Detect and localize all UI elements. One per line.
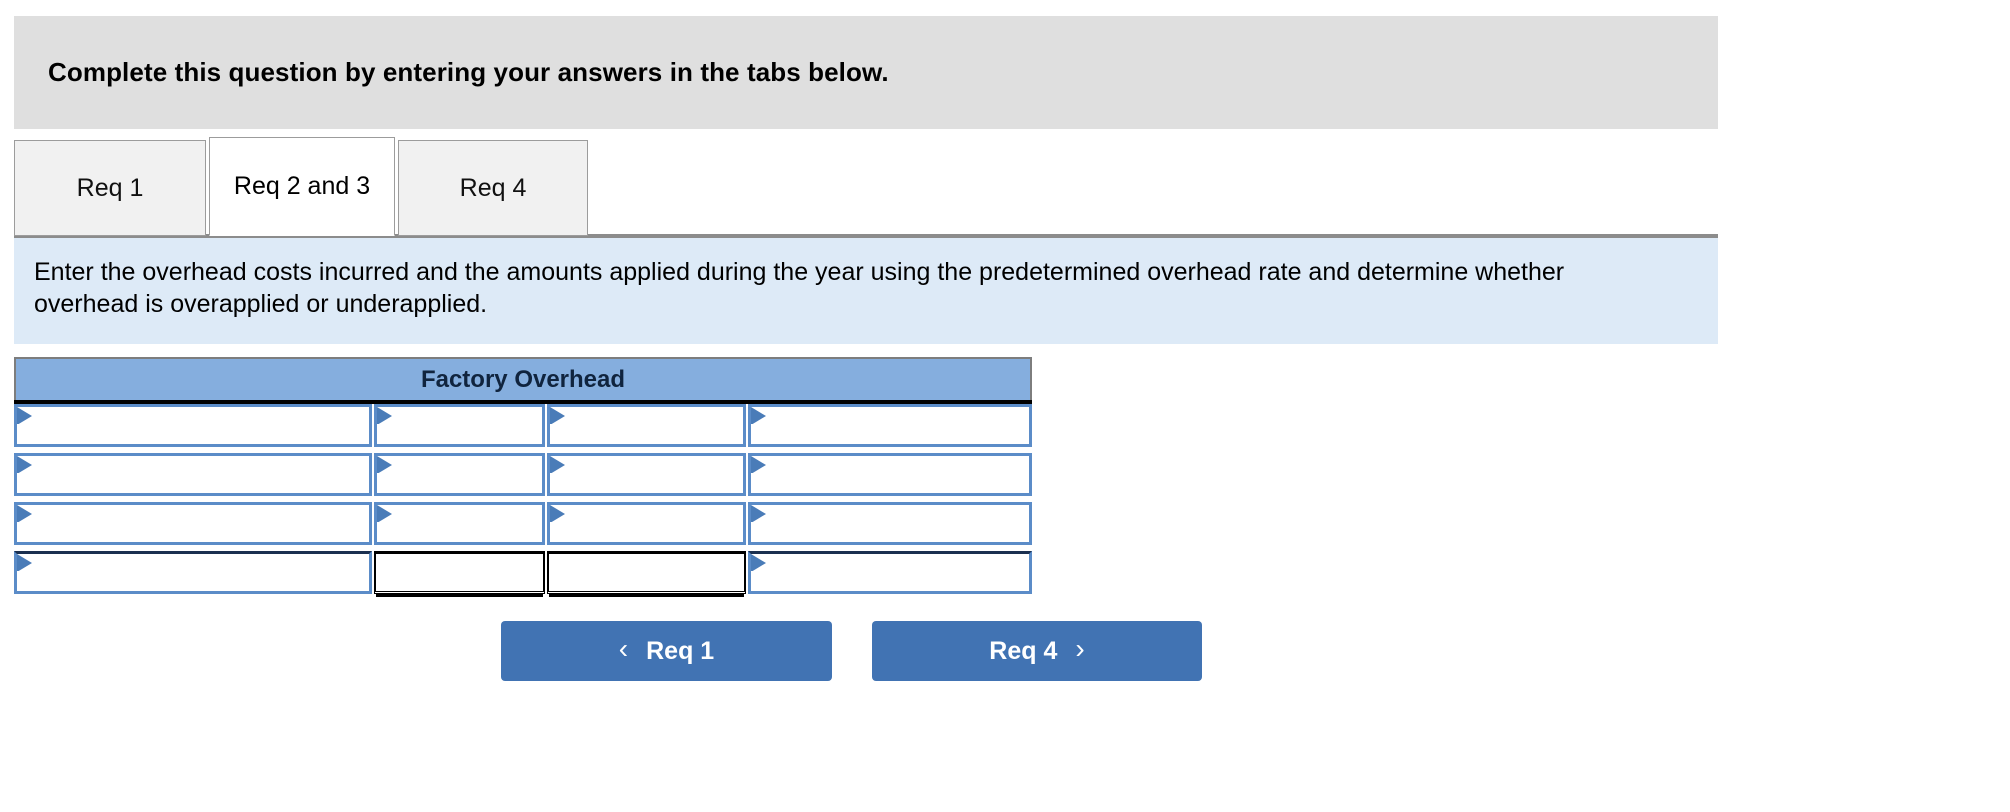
cell-r2-c2[interactable] bbox=[373, 453, 545, 496]
tab-req-2-and-3[interactable]: Req 2 and 3 bbox=[209, 137, 395, 236]
factory-overhead-header: Factory Overhead bbox=[14, 357, 1032, 400]
factory-overhead-title: Factory Overhead bbox=[420, 365, 626, 393]
tab-req-4-label: Req 4 bbox=[459, 173, 527, 202]
cell-dropdown-marker-icon bbox=[17, 407, 33, 424]
cell-r2-c4[interactable] bbox=[747, 453, 1032, 496]
prev-button-label: Req 1 bbox=[646, 636, 715, 665]
tab-req-1[interactable]: Req 1 bbox=[14, 140, 206, 236]
cell-r4-c3[interactable] bbox=[546, 551, 746, 594]
cell-r1-c3[interactable] bbox=[546, 404, 746, 447]
cell-dropdown-marker-icon bbox=[376, 407, 393, 424]
factory-overhead-table: Factory Overhead bbox=[14, 357, 1032, 594]
cell-dropdown-marker-icon bbox=[549, 407, 566, 424]
tab-req-1-label: Req 1 bbox=[76, 173, 144, 202]
cell-dropdown-marker-icon bbox=[17, 554, 33, 571]
cell-dropdown-marker-icon bbox=[17, 505, 33, 522]
cell-r3-c1[interactable] bbox=[14, 502, 372, 545]
cell-dropdown-marker-icon bbox=[17, 456, 33, 473]
cell-r3-c4[interactable] bbox=[747, 502, 1032, 545]
cell-dropdown-marker-icon bbox=[376, 456, 393, 473]
cell-r1-c1[interactable] bbox=[14, 404, 372, 447]
instruction-bar: Enter the overhead costs incurred and th… bbox=[14, 238, 1718, 344]
cell-r3-c2[interactable] bbox=[373, 502, 545, 545]
cell-dropdown-marker-icon bbox=[549, 456, 566, 473]
cell-dropdown-marker-icon bbox=[750, 505, 767, 522]
question-band: Complete this question by entering your … bbox=[14, 16, 1718, 129]
cell-r2-c1[interactable] bbox=[14, 453, 372, 496]
prev-req-1-button[interactable]: ‹ Req 1 bbox=[501, 621, 832, 681]
instruction-text: Enter the overhead costs incurred and th… bbox=[34, 258, 1565, 318]
cell-dropdown-marker-icon bbox=[750, 407, 767, 424]
next-req-4-button[interactable]: Req 4 › bbox=[872, 621, 1202, 681]
cell-r2-c3[interactable] bbox=[546, 453, 746, 496]
table-row bbox=[14, 502, 1032, 545]
cell-r4-c4[interactable] bbox=[747, 551, 1032, 594]
cell-r4-c1[interactable] bbox=[14, 551, 372, 594]
cell-dropdown-marker-icon bbox=[376, 505, 393, 522]
chevron-right-icon: › bbox=[1075, 633, 1085, 664]
table-row bbox=[14, 453, 1032, 496]
cell-r1-c2[interactable] bbox=[373, 404, 545, 447]
tab-req-2-and-3-label: Req 2 and 3 bbox=[233, 172, 371, 200]
navigation-bar: ‹ Req 1 Req 4 › bbox=[0, 621, 2010, 681]
cell-dropdown-marker-icon bbox=[750, 456, 767, 473]
question-band-title: Complete this question by entering your … bbox=[48, 57, 889, 87]
tab-bar: Req 1 Req 2 and 3 Req 4 bbox=[14, 137, 591, 236]
cell-dropdown-marker-icon bbox=[549, 505, 566, 522]
cell-dropdown-marker-icon bbox=[750, 554, 767, 571]
chevron-left-icon: ‹ bbox=[618, 633, 629, 664]
table-row-total bbox=[14, 551, 1032, 594]
cell-r3-c3[interactable] bbox=[546, 502, 746, 545]
cell-r4-c2[interactable] bbox=[373, 551, 545, 594]
table-row bbox=[14, 404, 1032, 447]
tab-req-4[interactable]: Req 4 bbox=[398, 140, 588, 236]
next-button-label: Req 4 bbox=[989, 636, 1058, 665]
cell-r1-c4[interactable] bbox=[747, 404, 1032, 447]
